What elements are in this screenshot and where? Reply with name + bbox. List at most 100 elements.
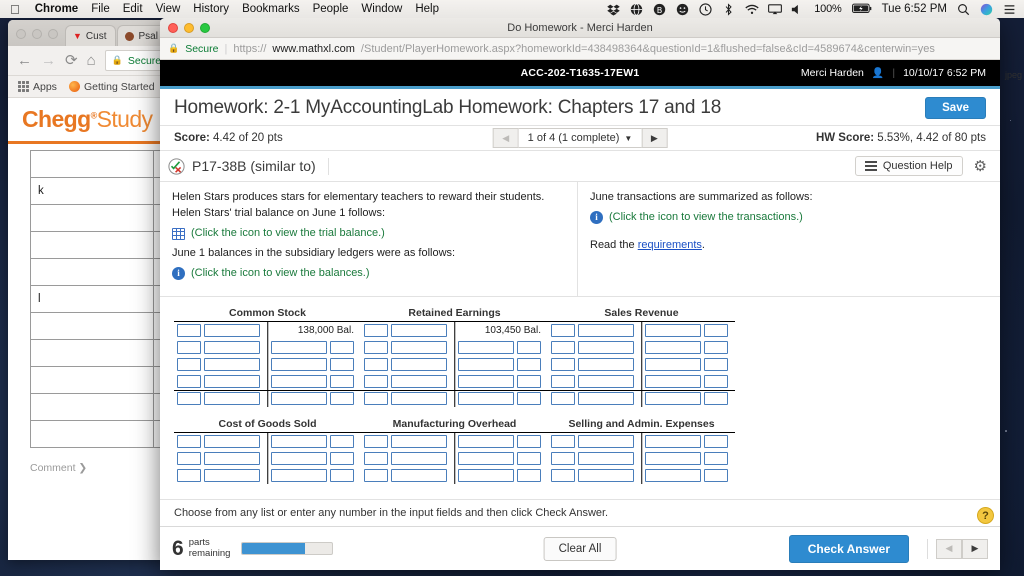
wifi-icon[interactable] <box>745 3 758 16</box>
save-button[interactable]: Save <box>925 97 986 119</box>
debit-amount-input[interactable] <box>204 392 260 405</box>
debit-ref-input[interactable] <box>364 452 388 465</box>
debit-amount-input[interactable] <box>391 392 447 405</box>
check-answer-button[interactable]: Check Answer <box>789 535 909 563</box>
mathxl-homework-window[interactable]: Do Homework - Merci Harden 🔒 Secure | ht… <box>160 18 1000 570</box>
credit-amount-input[interactable] <box>645 469 701 482</box>
credit-amount-input[interactable] <box>645 435 701 448</box>
debit-amount-input[interactable] <box>578 341 634 354</box>
credit-amount-input[interactable] <box>271 452 327 465</box>
credit-amount-input[interactable] <box>645 324 701 337</box>
spotlight-search-icon[interactable] <box>957 3 970 16</box>
debit-ref-input[interactable] <box>364 469 388 482</box>
credit-amount-input[interactable] <box>271 358 327 371</box>
bitcoin-icon[interactable]: B <box>653 3 666 16</box>
debit-ref-input[interactable] <box>364 375 388 388</box>
requirements-link[interactable]: requirements <box>638 239 702 251</box>
help-badge-icon[interactable]: ? <box>977 507 994 524</box>
menu-item-help[interactable]: Help <box>415 3 439 15</box>
reload-icon[interactable]: ⟳ <box>65 53 78 68</box>
credit-amount-input[interactable] <box>458 435 514 448</box>
credit-ref-input[interactable] <box>704 375 728 388</box>
debit-ref-input[interactable] <box>177 452 201 465</box>
airplay-icon[interactable] <box>768 3 781 16</box>
debit-amount-input[interactable] <box>578 435 634 448</box>
footer-next-button[interactable]: ▶ <box>962 539 988 559</box>
credit-ref-input[interactable] <box>330 375 354 388</box>
debit-ref-input[interactable] <box>177 341 201 354</box>
smiley-icon[interactable] <box>676 3 689 16</box>
credit-ref-input[interactable] <box>704 392 728 405</box>
debit-amount-input[interactable] <box>391 358 447 371</box>
balances-link[interactable]: (Click the icon to view the balances.) <box>191 266 370 282</box>
pager-next-button[interactable]: ▶ <box>641 128 667 148</box>
chegg-logo[interactable]: Chegg®Study <box>22 106 152 133</box>
debit-ref-input[interactable] <box>364 435 388 448</box>
footer-prev-button[interactable]: ◀ <box>936 539 962 559</box>
transactions-link-row[interactable]: i (Click the icon to view the transactio… <box>590 210 988 226</box>
menu-item-edit[interactable]: Edit <box>123 3 143 15</box>
debit-ref-input[interactable] <box>177 375 201 388</box>
credit-amount-input[interactable] <box>458 358 514 371</box>
trial-balance-link-row[interactable]: (Click the icon to view the trial balanc… <box>172 226 565 242</box>
credit-ref-input[interactable] <box>704 324 728 337</box>
bookmark-apps[interactable]: Apps <box>18 81 57 93</box>
debit-amount-input[interactable] <box>578 375 634 388</box>
debit-ref-input[interactable] <box>177 469 201 482</box>
debit-amount-input[interactable] <box>578 324 634 337</box>
credit-ref-input[interactable] <box>517 375 541 388</box>
credit-amount-input[interactable] <box>458 392 514 405</box>
credit-ref-input[interactable] <box>330 469 354 482</box>
credit-ref-input[interactable] <box>517 392 541 405</box>
footer-navigation[interactable]: ◀ ▶ <box>927 539 988 559</box>
pager-prev-button[interactable]: ◀ <box>493 128 519 148</box>
credit-amount-input[interactable] <box>271 469 327 482</box>
question-help-button[interactable]: Question Help <box>855 156 963 176</box>
credit-amount-input[interactable] <box>645 341 701 354</box>
credit-amount-input[interactable] <box>458 341 514 354</box>
debit-ref-input[interactable] <box>551 358 575 371</box>
credit-ref-input[interactable] <box>517 341 541 354</box>
back-arrow-icon[interactable]: ← <box>17 53 32 68</box>
debit-ref-input[interactable] <box>177 392 201 405</box>
zoom-button[interactable] <box>48 29 58 39</box>
menu-item-file[interactable]: File <box>91 3 110 15</box>
debit-amount-input[interactable] <box>204 358 260 371</box>
menu-item-window[interactable]: Window <box>361 3 402 15</box>
debit-amount-input[interactable] <box>391 324 447 337</box>
clock-icon[interactable] <box>699 3 712 16</box>
menu-item-people[interactable]: People <box>313 3 349 15</box>
volume-icon[interactable] <box>791 3 804 16</box>
dropbox-icon[interactable] <box>607 3 620 16</box>
credit-ref-input[interactable] <box>517 435 541 448</box>
debit-ref-input[interactable] <box>177 324 201 337</box>
clear-all-button[interactable]: Clear All <box>544 537 617 561</box>
debit-amount-input[interactable] <box>391 375 447 388</box>
credit-amount-input[interactable] <box>645 375 701 388</box>
debit-amount-input[interactable] <box>391 435 447 448</box>
menu-item-chrome[interactable]: Chrome <box>35 3 78 15</box>
mathxl-address-bar[interactable]: 🔒 Secure | https://www.mathxl.com/Studen… <box>160 38 1000 60</box>
menu-item-view[interactable]: View <box>156 3 181 15</box>
debit-ref-input[interactable] <box>551 375 575 388</box>
debit-ref-input[interactable] <box>551 324 575 337</box>
credit-ref-input[interactable] <box>704 358 728 371</box>
debit-amount-input[interactable] <box>204 452 260 465</box>
browser-tab-0[interactable]: ▼ Cust <box>65 25 116 46</box>
debit-ref-input[interactable] <box>177 358 201 371</box>
debit-amount-input[interactable] <box>578 358 634 371</box>
credit-amount-input[interactable] <box>271 435 327 448</box>
debit-ref-input[interactable] <box>364 358 388 371</box>
background-window-controls[interactable] <box>16 29 58 46</box>
credit-amount-input[interactable] <box>271 375 327 388</box>
apple-menu-icon[interactable]:  <box>8 3 22 16</box>
bluetooth-icon[interactable] <box>722 3 735 16</box>
notification-center-icon[interactable] <box>1003 3 1016 16</box>
debit-amount-input[interactable] <box>578 469 634 482</box>
credit-ref-input[interactable] <box>704 452 728 465</box>
debit-ref-input[interactable] <box>551 452 575 465</box>
credit-amount-input[interactable] <box>458 452 514 465</box>
forward-arrow-icon[interactable]: → <box>41 53 56 68</box>
debit-amount-input[interactable] <box>578 452 634 465</box>
balances-link-row[interactable]: i (Click the icon to view the balances.) <box>172 266 565 282</box>
